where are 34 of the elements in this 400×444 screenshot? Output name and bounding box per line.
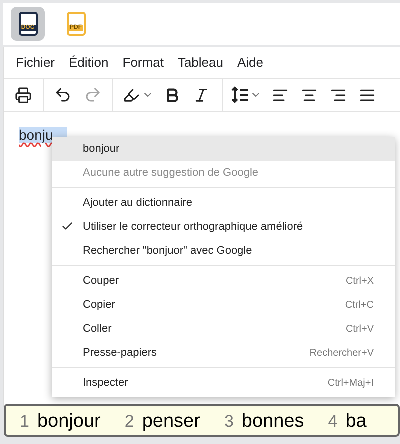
line-height-icon <box>231 86 249 104</box>
candidate-number: 3 <box>224 413 234 430</box>
context-menu-item[interactable]: Inspecter Ctrl+Maj+I <box>52 371 395 395</box>
menu-bar-item[interactable]: Tableau <box>178 52 224 72</box>
candidate-word[interactable]: bonnes <box>242 412 304 431</box>
italic-icon <box>193 86 210 104</box>
highlighter-icon <box>123 86 140 104</box>
candidate-word[interactable]: bonjour <box>37 412 101 431</box>
candidate-word[interactable]: ba <box>346 412 367 431</box>
redo-icon <box>84 86 102 104</box>
context-menu-item[interactable]: Utiliser le correcteur orthographique amélioré <box>52 215 395 239</box>
context-menu-item[interactable]: Couper Ctrl+X <box>52 269 395 293</box>
candidate-number: 2 <box>124 413 134 430</box>
candidate-number: 4 <box>328 413 338 430</box>
candidate-number: 1 <box>20 413 30 430</box>
context-menu-item[interactable]: Ajouter au dictionnaire <box>52 191 395 215</box>
shortcut-label: Rechercher+V <box>310 346 374 360</box>
printer-icon <box>15 86 32 104</box>
shortcut-label: Ctrl+Maj+I <box>328 376 374 390</box>
shortcut-label: Ctrl+X <box>346 274 374 288</box>
undo-icon <box>54 86 72 104</box>
context-menu-item[interactable]: bonjour <box>52 137 395 161</box>
context-menu-item[interactable]: Copier Ctrl+C <box>52 293 395 317</box>
candidate-word[interactable]: penser <box>142 412 200 431</box>
bold-icon <box>164 86 181 104</box>
context-menu-item[interactable]: Rechercher "bonjuor" avec Google <box>52 239 395 263</box>
shortcut-label: Ctrl+V <box>346 322 374 336</box>
menu-bar-item[interactable]: Aide <box>237 52 264 72</box>
menu-bar-item[interactable]: Fichier <box>16 52 56 72</box>
context-menu-item[interactable]: Coller Ctrl+V <box>52 317 395 341</box>
shortcut-label: Ctrl+C <box>345 298 374 312</box>
context-menu-item[interactable]: Presse-papiers Rechercher+V <box>52 341 395 365</box>
menu-bar-item[interactable]: Édition <box>69 52 109 72</box>
menu-bar-item[interactable]: Format <box>122 52 164 72</box>
